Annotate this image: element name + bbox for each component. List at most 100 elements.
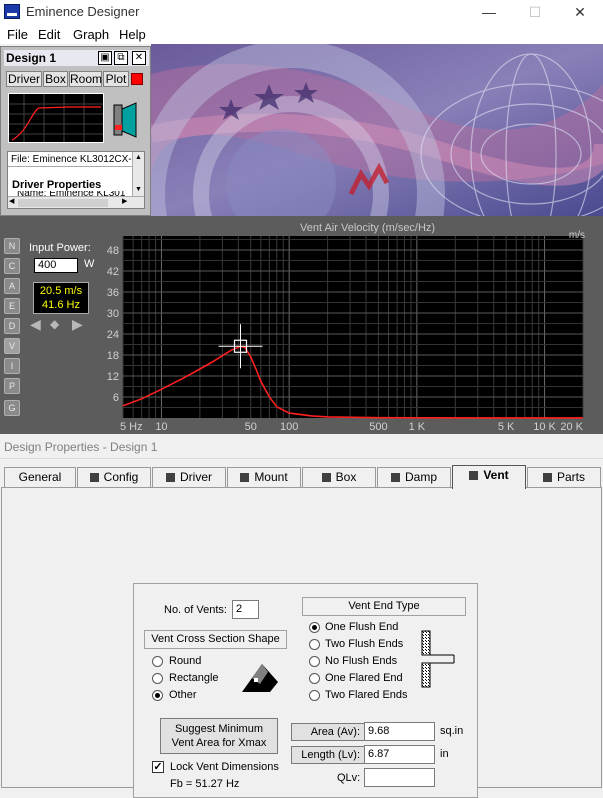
tab-damp[interactable]: Damp bbox=[377, 467, 451, 487]
title-bar: Eminence Designer — ☐ ✕ bbox=[0, 0, 603, 24]
menu-help[interactable]: Help bbox=[119, 27, 146, 42]
y-tick-label: 6 bbox=[113, 392, 119, 404]
tab-config[interactable]: Config bbox=[77, 467, 151, 487]
design-panel: Design 1 ▣ ⧉ ✕ Driver Box Room Plot File… bbox=[0, 46, 151, 216]
shape-radio-rectangle[interactable] bbox=[152, 673, 163, 684]
tab-box[interactable]: Box bbox=[43, 71, 68, 87]
menu-edit[interactable]: Edit bbox=[38, 27, 60, 42]
design-panel-title: Design 1 bbox=[6, 51, 57, 65]
x-tick-label: 500 bbox=[369, 421, 387, 433]
lock-vent-checkbox[interactable]: ✓ bbox=[152, 761, 164, 773]
y-tick-label: 24 bbox=[107, 329, 119, 341]
y-tick-label: 30 bbox=[107, 308, 119, 320]
fb-readout: Fb = 51.27 Hz bbox=[170, 778, 240, 790]
end-label-one-flush: One Flush End bbox=[325, 621, 399, 633]
tab-box-props[interactable]: Box bbox=[302, 467, 376, 487]
x-tick-label: 1 K bbox=[409, 421, 426, 433]
speaker-icon[interactable] bbox=[112, 101, 142, 139]
parts-icon bbox=[542, 473, 552, 482]
vent-velocity-chart[interactable]: 6 12 18 24 30 36 42 48 5 Hz 10 50 100 500 1 K 5 K 10 K… bbox=[0, 216, 603, 434]
close-button[interactable]: ✕ bbox=[557, 0, 603, 24]
scroll-thumb bbox=[18, 199, 108, 207]
save-icon[interactable]: ▣ bbox=[98, 51, 112, 65]
x-tick-label: 50 bbox=[245, 421, 257, 433]
divider bbox=[8, 166, 132, 167]
end-radio-two-flush[interactable] bbox=[309, 639, 320, 650]
mount-icon bbox=[240, 473, 250, 482]
close-icon[interactable]: ✕ bbox=[132, 51, 146, 65]
end-label-two-flush: Two Flush Ends bbox=[325, 638, 404, 650]
graph-panel: N C A E D V I P G Vent Air Velocity (m/s… bbox=[0, 216, 603, 434]
shape-group-header: Vent Cross Section Shape bbox=[144, 630, 287, 649]
eminence-banner-image bbox=[151, 44, 603, 216]
length-label: Length (Lv): bbox=[291, 746, 365, 764]
driver-properties-heading: Driver Properties bbox=[12, 179, 102, 191]
tab-vent[interactable]: Vent bbox=[452, 465, 526, 489]
x-tick-label: 5 K bbox=[498, 421, 515, 433]
x-tick-label: 5 Hz bbox=[120, 421, 143, 433]
thumbnail-graph bbox=[9, 94, 103, 142]
num-vents-label: No. of Vents: bbox=[164, 604, 227, 616]
end-radio-two-flared[interactable] bbox=[309, 690, 320, 701]
x-tick-label: 20 K bbox=[560, 421, 583, 433]
app-icon bbox=[4, 4, 20, 19]
file-label: File: Eminence KL3012CX-8 bbox=[11, 154, 138, 165]
scroll-right-icon: ▶ bbox=[122, 198, 128, 205]
graph-thumbnail[interactable] bbox=[8, 93, 104, 143]
y-tick-label: 42 bbox=[107, 266, 119, 278]
vertical-scrollbar[interactable]: ▲ ▼ bbox=[132, 152, 144, 196]
end-radio-one-flush[interactable] bbox=[309, 622, 320, 633]
design-properties-title: Design Properties - Design 1 bbox=[4, 440, 158, 454]
menu-file[interactable]: File bbox=[7, 27, 28, 42]
tab-driver[interactable]: Driver bbox=[6, 71, 42, 87]
shape-label-rectangle: Rectangle bbox=[169, 672, 219, 684]
config-icon bbox=[89, 473, 99, 482]
driver-icon bbox=[166, 473, 175, 482]
vent-tab-content: No. of Vents: 2 Vent Cross Section Shape… bbox=[1, 487, 602, 798]
qlv-label: QLv: bbox=[337, 772, 361, 784]
area-unit: sq.in bbox=[440, 725, 464, 737]
vent-end-diagram-icon bbox=[421, 630, 455, 688]
end-type-group-header: Vent End Type bbox=[302, 597, 466, 616]
design-panel-header: Design 1 ▣ ⧉ ✕ bbox=[4, 50, 149, 66]
vent-shape-other-icon bbox=[242, 664, 278, 692]
end-radio-one-flared[interactable] bbox=[309, 673, 320, 684]
vent-settings-group: No. of Vents: 2 Vent Cross Section Shape… bbox=[133, 583, 478, 798]
tab-plot[interactable]: Plot bbox=[103, 71, 129, 87]
scroll-left-icon: ◀ bbox=[9, 198, 15, 205]
end-label-no-flush: No Flush Ends bbox=[325, 655, 398, 667]
menu-bar: File Edit Graph Help bbox=[0, 24, 603, 44]
minimize-button[interactable]: — bbox=[466, 0, 512, 24]
shape-label-other: Other bbox=[169, 689, 197, 701]
damp-icon bbox=[390, 473, 400, 482]
suggest-vent-area-button[interactable]: Suggest Minimum Vent Area for Xmax bbox=[160, 718, 278, 754]
area-label: Area (Av): bbox=[291, 723, 365, 741]
shape-radio-round[interactable] bbox=[152, 656, 163, 667]
shape-radio-other[interactable] bbox=[152, 690, 163, 701]
tab-general[interactable]: General bbox=[4, 467, 76, 487]
x-tick-label: 10 K bbox=[533, 421, 556, 433]
y-tick-label: 18 bbox=[107, 350, 119, 362]
plot-area bbox=[123, 236, 583, 418]
tab-parts[interactable]: Parts bbox=[527, 467, 601, 487]
tab-mount[interactable]: Mount bbox=[227, 467, 301, 487]
area-field[interactable]: 9.68 bbox=[364, 722, 435, 741]
copy-icon[interactable]: ⧉ bbox=[114, 51, 128, 65]
length-unit: in bbox=[440, 748, 449, 760]
num-vents-field[interactable]: 2 bbox=[232, 600, 259, 619]
tab-room[interactable]: Room bbox=[69, 71, 102, 87]
end-label-one-flared: One Flared End bbox=[325, 672, 403, 684]
qlv-field[interactable] bbox=[364, 768, 435, 787]
menu-graph[interactable]: Graph bbox=[73, 27, 109, 42]
plot-color-swatch[interactable] bbox=[131, 73, 143, 85]
y-tick-label: 36 bbox=[107, 287, 119, 299]
length-field[interactable]: 6.87 bbox=[364, 745, 435, 764]
maximize-button[interactable]: ☐ bbox=[512, 0, 558, 24]
tab-driver-props[interactable]: Driver bbox=[152, 467, 226, 487]
end-radio-no-flush[interactable] bbox=[309, 656, 320, 667]
box-icon bbox=[321, 473, 331, 482]
y-tick-label: 12 bbox=[107, 371, 119, 383]
horizontal-scrollbar[interactable]: ◀ ▶ bbox=[8, 196, 144, 208]
x-tick-label: 100 bbox=[280, 421, 298, 433]
y-tick-label: 48 bbox=[107, 245, 119, 257]
